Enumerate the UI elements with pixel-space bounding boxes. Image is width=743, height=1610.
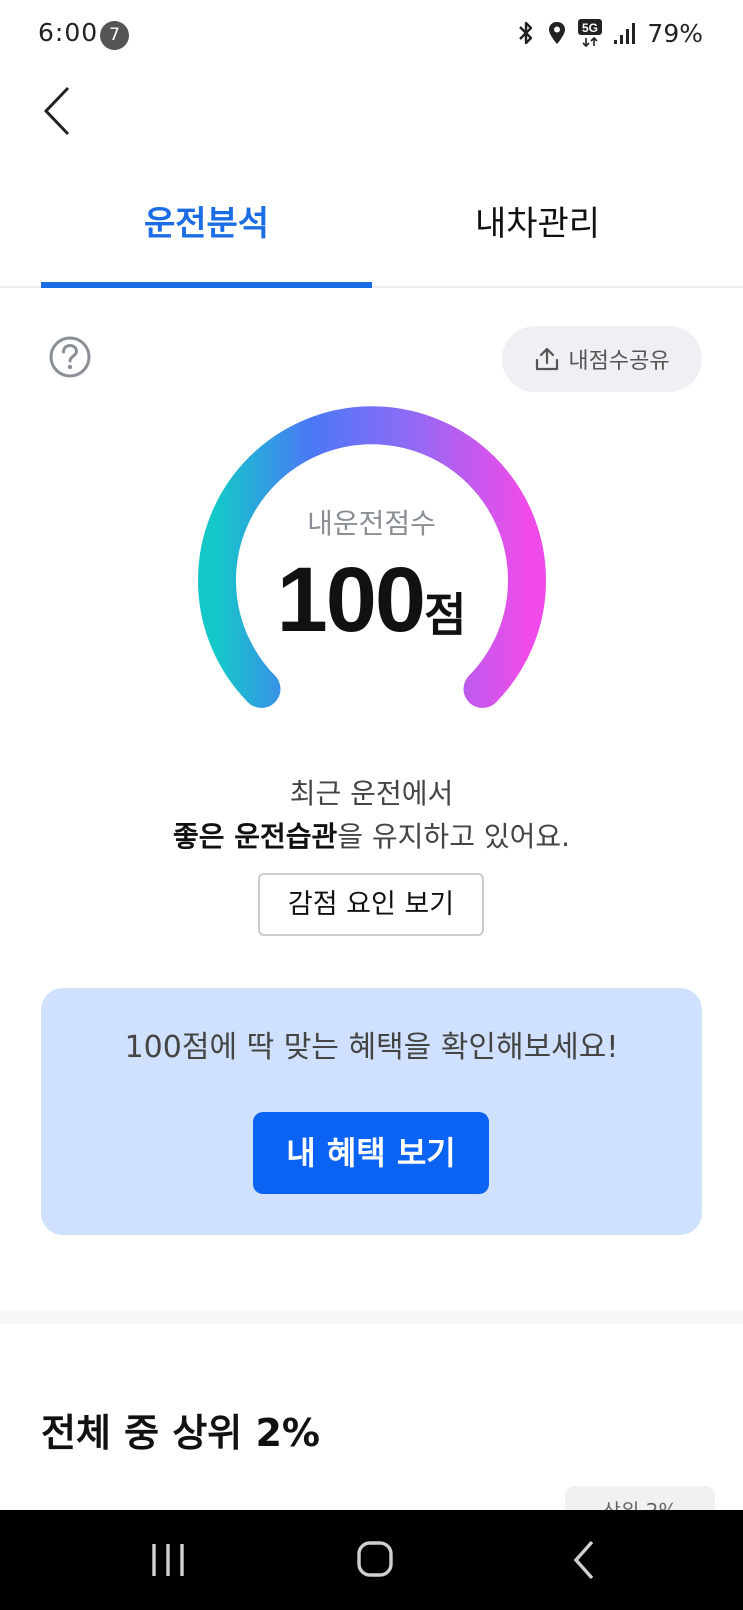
chevron-left-icon <box>43 86 70 136</box>
score-unit: 점 <box>424 588 467 642</box>
driving-message: 최근 운전에서 좋은 운전습관을 유지하고 있어요. <box>0 772 743 858</box>
system-back-button[interactable] <box>556 1532 616 1588</box>
benefit-card: 100점에 딱 맞는 혜택을 확인해보세요! 내 혜택 보기 <box>41 988 702 1235</box>
status-icons: 5G 79% <box>515 18 703 48</box>
gauge-score: 100점 <box>0 548 743 653</box>
tab-my-car[interactable]: 내차관리 <box>372 190 703 286</box>
message-line-2-rest: 을 유지하고 있어요. <box>337 820 571 853</box>
home-icon <box>357 1541 393 1577</box>
share-label: 내점수공유 <box>568 349 670 374</box>
location-icon <box>549 22 566 44</box>
message-highlight: 좋은 운전습관 <box>172 820 338 853</box>
signal-icon <box>614 23 636 44</box>
5g-network-icon: 5G <box>578 19 603 48</box>
recent-apps-icon <box>152 1544 184 1576</box>
bluetooth-icon <box>519 21 533 45</box>
gauge-title: 내운전점수 <box>307 507 436 540</box>
section-divider <box>0 1310 743 1324</box>
system-nav-bar <box>0 1510 743 1610</box>
share-score-button[interactable]: 내점수공유 <box>502 326 702 392</box>
recent-apps-button[interactable] <box>138 1532 198 1588</box>
ranking-title: 전체 중 상위 2% <box>41 1411 321 1455</box>
status-bar: 6:00 7 5G 79% <box>0 0 743 70</box>
tab-active-indicator <box>41 282 372 288</box>
share-upload-icon <box>536 347 559 371</box>
score-value: 100 <box>276 549 426 651</box>
view-deductions-button[interactable]: 감점 요인 보기 <box>258 873 484 936</box>
help-button[interactable] <box>48 335 92 379</box>
home-button[interactable] <box>345 1532 405 1588</box>
message-line-2: 좋은 운전습관을 유지하고 있어요. <box>0 815 743 858</box>
benefit-text: 100점에 딱 맞는 혜택을 확인해보세요! <box>124 1030 619 1065</box>
status-time: 6:00 <box>38 18 99 47</box>
tab-driving-analysis[interactable]: 운전분석 <box>41 190 372 286</box>
notification-badge: 7 <box>100 21 129 50</box>
battery-level: 79% <box>647 18 703 48</box>
tab-bar: 운전분석 내차관리 <box>0 190 743 288</box>
network-type: 5G <box>582 21 598 35</box>
message-line-1: 최근 운전에서 <box>289 777 454 810</box>
view-benefits-button[interactable]: 내 혜택 보기 <box>253 1112 489 1194</box>
question-circle-icon <box>49 336 91 378</box>
back-arrow-icon <box>573 1540 594 1580</box>
back-button[interactable] <box>38 80 78 140</box>
